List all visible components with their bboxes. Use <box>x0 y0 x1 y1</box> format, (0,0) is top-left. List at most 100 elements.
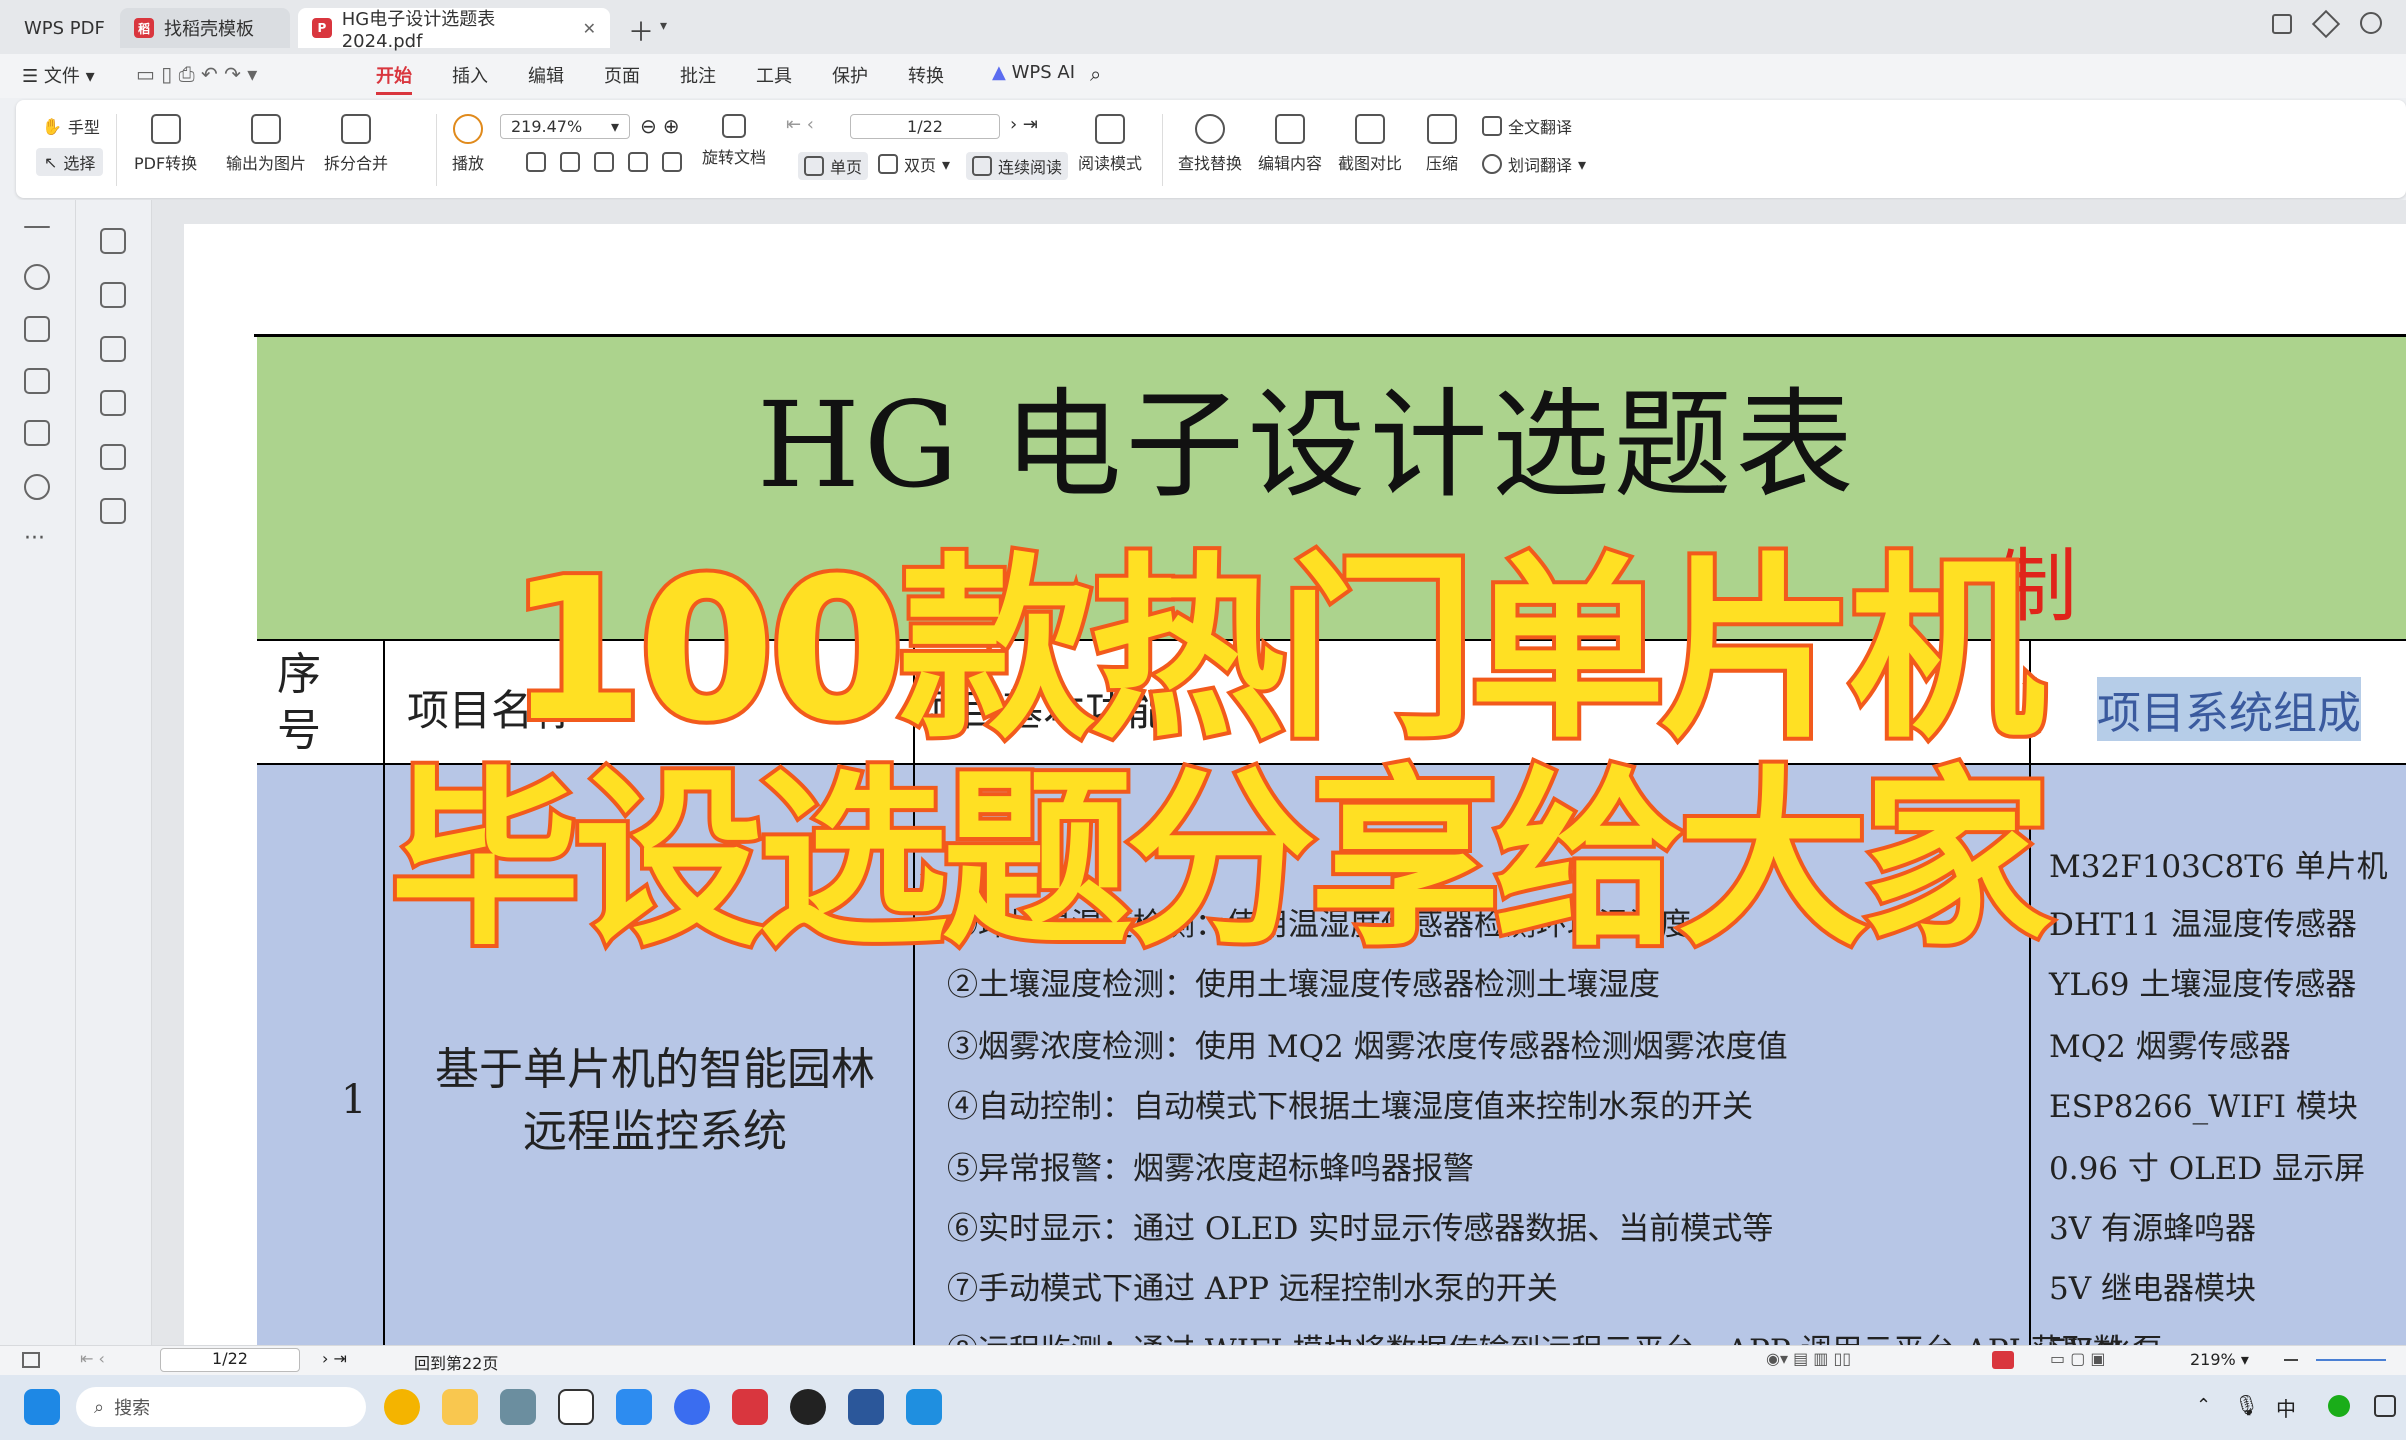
rotate-doc-button[interactable]: 旋转文档 <box>702 114 766 168</box>
divider <box>436 114 437 186</box>
view-options-icons[interactable]: ◉▾ ▤ ▥ ▯▯ <box>1766 1349 1851 1368</box>
layers-icon[interactable] <box>100 498 126 524</box>
search-icon[interactable]: ⌕ <box>1090 62 1101 86</box>
app-icon-2[interactable] <box>674 1389 710 1425</box>
feature-7: ⑦手动模式下通过 APP 远程控制水泵的开关 <box>947 1271 1558 1307</box>
tab-template[interactable]: 稻找稻壳模板 <box>120 8 290 48</box>
first-prev-page-icons[interactable]: ⇤ ‹ <box>80 1349 105 1368</box>
toolbar-quick-icons[interactable]: ▭ ▯ ⎙ ↶ ↷ ▾ <box>136 62 257 86</box>
folder-icon[interactable] <box>442 1389 478 1425</box>
chatgpt-icon[interactable] <box>558 1389 594 1425</box>
continuous-label: 连续阅读 <box>998 158 1063 177</box>
signature-icon[interactable] <box>100 444 126 470</box>
wps-pdf-icon[interactable] <box>732 1389 768 1425</box>
collapse-icon[interactable] <box>24 226 50 228</box>
word-icon[interactable] <box>848 1389 884 1425</box>
chevron-down-icon[interactable]: ▾ <box>660 18 667 34</box>
export-image-button[interactable]: 输出为图片 <box>226 114 306 174</box>
word-translate-button[interactable]: 划词翻译 ▾ <box>1482 152 1586 176</box>
status-zoom[interactable]: 219% ▾ <box>2190 1350 2249 1369</box>
window-icon[interactable] <box>2272 14 2292 34</box>
chrome-icon[interactable] <box>384 1389 420 1425</box>
feishu-icon[interactable] <box>616 1389 652 1425</box>
zoom-slider[interactable] <box>2316 1359 2386 1361</box>
fit-page-icon[interactable] <box>560 152 580 172</box>
avatar[interactable] <box>2360 12 2382 34</box>
fit-icons[interactable]: ▭ ▢ ▣ <box>2050 1349 2106 1368</box>
comment-icon[interactable] <box>100 336 126 362</box>
app-icon[interactable] <box>500 1389 536 1425</box>
rotate-left-icon[interactable] <box>628 152 648 172</box>
play-button[interactable]: 播放 <box>452 114 484 174</box>
windows-start-icon[interactable] <box>24 1389 60 1425</box>
tab-active-pdf[interactable]: P HG电子设计选题表2024.pdf ✕ <box>298 8 610 52</box>
actual-size-icon[interactable] <box>526 152 546 172</box>
screenshot-compare-button[interactable]: 截图对比 <box>1338 114 1402 174</box>
zoom-out-icon[interactable] <box>2284 1359 2298 1361</box>
help-icon[interactable] <box>24 474 50 500</box>
view-fit-buttons[interactable] <box>526 152 682 172</box>
tab-protect[interactable]: 保护 <box>832 62 868 88</box>
cube-icon[interactable] <box>2311 9 2341 39</box>
fit-width-icon[interactable] <box>594 152 614 172</box>
app-icon-3[interactable] <box>906 1389 942 1425</box>
bookmark-book-icon[interactable] <box>24 420 50 446</box>
bookmark-icon[interactable] <box>100 228 126 254</box>
file-menu[interactable]: ☰ 文件 ▾ <box>22 62 95 88</box>
page-input[interactable]: 1/22 <box>850 114 1000 139</box>
status-page-input[interactable]: 1/22 <box>160 1348 300 1372</box>
split-merge-button[interactable]: 拆分合并 <box>324 114 388 174</box>
col-header-no: 序号 <box>277 647 337 759</box>
tab-convert[interactable]: 转换 <box>908 62 944 88</box>
find-replace-button[interactable]: 查找替换 <box>1178 114 1242 174</box>
edit-content-button[interactable]: 编辑内容 <box>1258 114 1322 174</box>
page-nav-next[interactable]: › ⇥ <box>1010 114 1038 135</box>
play-icon[interactable] <box>1992 1351 2014 1369</box>
zoom-out-icon[interactable]: ⊖ <box>640 114 657 138</box>
zoom-buttons[interactable]: ⊖ ⊕ <box>640 114 680 138</box>
component-2: DHT11 温湿度传感器 <box>2049 907 2357 943</box>
wechat-icon[interactable] <box>2328 1395 2350 1417</box>
mic-icon[interactable]: 🎙 <box>2234 1393 2259 1417</box>
pdf-convert-button[interactable]: PDF转换 <box>134 114 197 174</box>
thumbnail-icon[interactable] <box>100 282 126 308</box>
goto-page-link[interactable]: 回到第22页 <box>414 1350 498 1374</box>
attachment-icon[interactable] <box>100 390 126 416</box>
zoom-select[interactable]: 219.47% ▾ <box>500 114 630 139</box>
rotate-right-icon[interactable] <box>662 152 682 172</box>
edit-label: 编辑内容 <box>1258 154 1323 173</box>
double-page-button[interactable]: 双页 ▾ <box>878 152 950 176</box>
tab-start[interactable]: 开始 <box>376 62 412 95</box>
ime-indicator[interactable]: 中 <box>2276 1393 2296 1422</box>
sidebar-panel-icons <box>76 200 152 1345</box>
select-tool-button[interactable]: ↖ 选择 <box>36 148 104 176</box>
left-rail: ··· <box>0 200 76 1345</box>
new-tab-icon[interactable]: ＋ <box>628 12 654 49</box>
tab-wps-pdf[interactable]: WPS PDF <box>10 8 119 48</box>
search-icon[interactable] <box>24 264 50 290</box>
hand-tool-button[interactable]: ✋ 手型 <box>42 114 100 138</box>
notification-icon[interactable] <box>2374 1395 2396 1417</box>
tray-chevron-icon[interactable]: ⌃ <box>2196 1395 2211 1416</box>
obs-icon[interactable] <box>790 1389 826 1425</box>
tab-edit[interactable]: 编辑 <box>528 62 564 88</box>
full-translate-button[interactable]: 全文翻译 <box>1482 114 1572 138</box>
tab-comment[interactable]: 批注 <box>680 62 716 88</box>
taskbar-search[interactable]: ⌕ 搜索 <box>76 1387 366 1427</box>
wps-ai-button[interactable]: ▲ WPS AI <box>992 62 1075 83</box>
single-page-button[interactable]: 单页 <box>798 152 869 180</box>
sidebar-toggle-icon[interactable] <box>22 1352 40 1368</box>
close-icon[interactable]: ✕ <box>583 19 596 38</box>
read-mode-button[interactable]: 阅读模式 <box>1078 114 1142 174</box>
page-nav-prev[interactable]: ⇤ ‹ <box>786 114 814 135</box>
settings-sliders-icon[interactable] <box>24 368 50 394</box>
next-last-page-icons[interactable]: › ⇥ <box>322 1349 347 1368</box>
tab-insert[interactable]: 插入 <box>452 62 488 88</box>
continuous-read-button[interactable]: 连续阅读 <box>966 152 1069 180</box>
tab-page[interactable]: 页面 <box>604 62 640 88</box>
more-icon[interactable]: ··· <box>24 526 45 551</box>
convert-icon[interactable] <box>24 316 50 342</box>
compress-button[interactable]: 压缩 <box>1426 114 1458 174</box>
zoom-in-icon[interactable]: ⊕ <box>663 114 680 138</box>
tab-tools[interactable]: 工具 <box>756 62 792 88</box>
